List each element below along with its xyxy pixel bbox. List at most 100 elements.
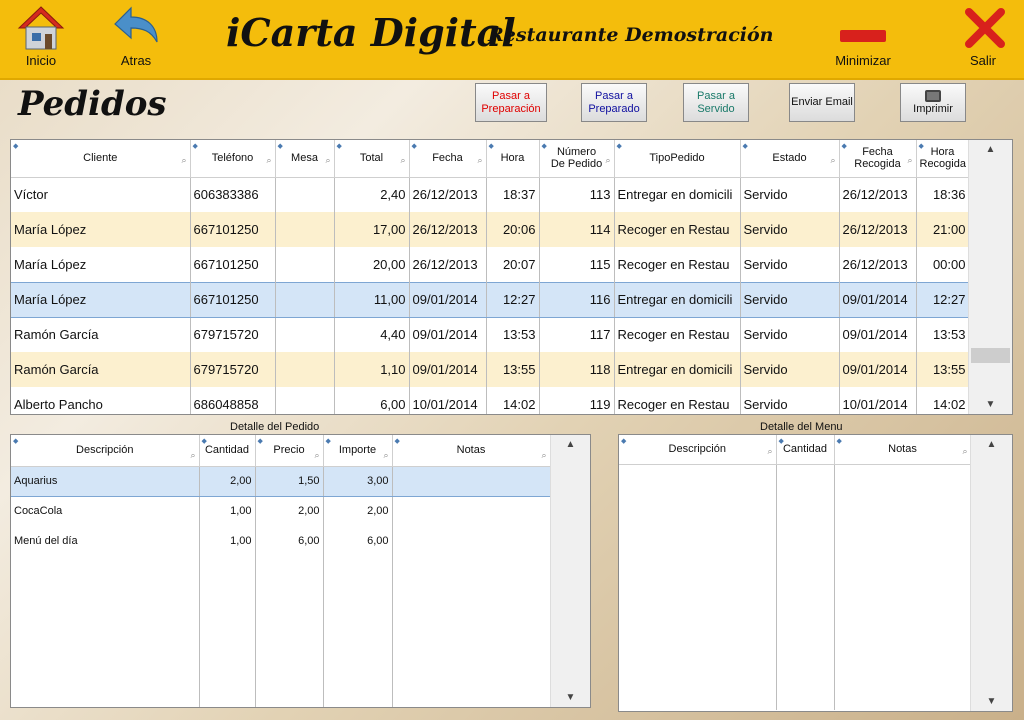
enviar-email-label: Enviar Email: [791, 96, 853, 108]
cell-cliente: María López: [11, 281, 191, 318]
col-hora-recogida[interactable]: ◆ Hora Recogida: [916, 140, 970, 178]
cell-cantidad: 1,00: [199, 496, 256, 526]
atras-button[interactable]: Atras: [110, 4, 162, 68]
table-row[interactable]: María López 667101250 11,00 09/01/2014 12:27…: [11, 281, 970, 318]
salir-button[interactable]: Salir: [958, 4, 1008, 68]
app-logo: iCarta Digital: [226, 10, 516, 55]
col-total[interactable]: ◆ Total ⌕: [334, 140, 410, 178]
detalle-menu-header-row: ◆ Descripción ⌕ ◆ Cantidad ◆ Notas ⌕: [619, 435, 972, 465]
pasar-preparacion-button[interactable]: Pasar a Preparación: [475, 83, 547, 122]
scroll-down-icon[interactable]: ▼: [551, 692, 590, 703]
col-descripcion[interactable]: ◆ Descripción ⌕: [11, 435, 200, 467]
scroll-up-icon[interactable]: ▲: [551, 439, 590, 450]
filter-icon[interactable]: ⌕: [830, 154, 835, 166]
table-row[interactable]: Aquarius 2,00 1,50 3,00: [11, 465, 551, 497]
col-cliente[interactable]: ◆ Cliente ⌕: [11, 140, 191, 178]
cell-numero: 115: [539, 247, 615, 282]
table-row[interactable]: María López 667101250 17,00 26/12/2013 20:06…: [11, 212, 970, 247]
filter-icon[interactable]: ⌕: [962, 445, 967, 457]
cell-fecha-recogida: 10/01/2014: [839, 387, 917, 414]
orders-scrollbar[interactable]: ▲ ▼: [968, 140, 1012, 414]
table-row[interactable]: Menú del día 1,00 6,00 6,00: [11, 526, 551, 556]
cell-descripcion: Menú del día: [11, 526, 200, 556]
filter-icon[interactable]: ⌕: [400, 154, 405, 166]
cell-fecha: 09/01/2014: [409, 317, 487, 352]
cell-mesa: [275, 352, 335, 387]
filter-icon[interactable]: ⌕: [907, 154, 912, 166]
filter-icon[interactable]: ⌕: [477, 154, 482, 166]
table-row[interactable]: Víctor 606383386 2,40 26/12/2013 18:37 113 Ent…: [11, 177, 970, 212]
col-cantidad[interactable]: ◆ Cantidad: [199, 435, 256, 467]
col-fecha[interactable]: ◆ Fecha ⌕: [409, 140, 487, 178]
pasar-preparado-button[interactable]: Pasar a Preparado: [581, 83, 647, 122]
orders-header-row: ◆ Cliente ⌕ ◆ Teléfono ⌕ ◆ Mesa ⌕ ◆ Total ⌕ ◆ Fec…: [11, 140, 970, 178]
empty-row-filler: [11, 556, 551, 707]
minimizar-button[interactable]: Minimizar: [830, 4, 896, 68]
back-arrow-icon: [114, 6, 158, 43]
col-estado[interactable]: ◆ Estado ⌕: [740, 140, 840, 178]
inicio-button[interactable]: Inicio: [16, 4, 66, 68]
cell-fecha-recogida: 09/01/2014: [839, 352, 917, 387]
cell-precio: 2,00: [255, 496, 324, 526]
cell-fecha: 26/12/2013: [409, 212, 487, 247]
scroll-thumb[interactable]: [971, 348, 1010, 363]
cell-tipo: Entregar en domicili: [614, 352, 741, 387]
imprimir-button[interactable]: Imprimir: [900, 83, 966, 122]
cell-mesa: [275, 177, 335, 212]
col-importe[interactable]: ◆ Importe ⌕: [323, 435, 393, 467]
cell-tipo: Recoger en Restau: [614, 247, 741, 282]
scroll-up-icon[interactable]: ▲: [971, 439, 1012, 450]
orders-table: ◆ Cliente ⌕ ◆ Teléfono ⌕ ◆ Mesa ⌕ ◆ Total ⌕ ◆ Fec…: [11, 140, 970, 414]
close-icon: [964, 8, 1005, 48]
pasar-servido-button[interactable]: Pasar a Servido: [683, 83, 749, 122]
col-notas[interactable]: ◆ Notas ⌕: [834, 435, 972, 465]
filter-icon[interactable]: ⌕: [325, 154, 330, 166]
cell-precio: 6,00: [255, 526, 324, 556]
scroll-up-icon[interactable]: ▲: [969, 144, 1012, 155]
col-mesa[interactable]: ◆ Mesa ⌕: [275, 140, 335, 178]
table-row[interactable]: Alberto Pancho 686048858 6,00 10/01/2014 14:…: [11, 387, 970, 414]
col-fecha-recogida[interactable]: ◆ Fecha Recogida ⌕: [839, 140, 917, 178]
col-tipo-pedido[interactable]: ◆ TipoPedido: [614, 140, 741, 178]
cell-cliente: María López: [11, 247, 191, 282]
filter-icon[interactable]: ⌕: [314, 449, 319, 461]
cell-telefono: 667101250: [190, 281, 276, 318]
col-hora[interactable]: ◆ Hora: [486, 140, 540, 178]
orders-grid: ◆ Cliente ⌕ ◆ Teléfono ⌕ ◆ Mesa ⌕ ◆ Total ⌕ ◆ Fec…: [10, 139, 1013, 415]
filter-icon[interactable]: ⌕: [266, 154, 271, 166]
atras-label: Atras: [120, 53, 152, 68]
table-row[interactable]: CocaCola 1,00 2,00 2,00: [11, 496, 551, 526]
cell-telefono: 679715720: [190, 317, 276, 352]
scroll-down-icon[interactable]: ▼: [971, 696, 1012, 707]
cell-hora: 13:53: [486, 317, 540, 352]
filter-icon[interactable]: ⌕: [383, 449, 388, 461]
table-row[interactable]: Ramón García 679715720 1,10 09/01/2014 13:55…: [11, 352, 970, 387]
cell-fecha-recogida: 09/01/2014: [839, 281, 917, 318]
table-row[interactable]: Ramón García 679715720 4,40 09/01/2014 13:53…: [11, 317, 970, 352]
col-notas[interactable]: ◆ Notas ⌕: [392, 435, 551, 467]
col-precio[interactable]: ◆ Precio ⌕: [255, 435, 324, 467]
cell-mesa: [275, 387, 335, 414]
col-cantidad[interactable]: ◆ Cantidad: [776, 435, 835, 465]
filter-icon[interactable]: ⌕: [190, 449, 195, 461]
detalle-pedido-scrollbar[interactable]: ▲ ▼: [550, 435, 590, 707]
cell-importe: 2,00: [323, 496, 393, 526]
cell-fecha-recogida: 26/12/2013: [839, 212, 917, 247]
inicio-label: Inicio: [25, 53, 57, 68]
col-telefono[interactable]: ◆ Teléfono ⌕: [190, 140, 276, 178]
printer-icon: [925, 89, 941, 102]
detalle-menu-scrollbar[interactable]: ▲ ▼: [970, 435, 1012, 711]
col-descripcion[interactable]: ◆ Descripción ⌕: [619, 435, 777, 465]
cell-hora: 18:37: [486, 177, 540, 212]
col-numero-pedido[interactable]: ◆ Número De Pedido ⌕: [539, 140, 615, 178]
cell-telefono: 606383386: [190, 177, 276, 212]
filter-icon[interactable]: ⌕: [541, 449, 546, 461]
filter-icon[interactable]: ⌕: [605, 154, 610, 166]
cell-numero: 118: [539, 352, 615, 387]
pasar-preparacion-label: Pasar a Preparación: [481, 89, 541, 115]
scroll-down-icon[interactable]: ▼: [969, 399, 1012, 410]
enviar-email-button[interactable]: Enviar Email: [789, 83, 855, 122]
filter-icon[interactable]: ⌕: [181, 154, 186, 166]
filter-icon[interactable]: ⌕: [767, 445, 772, 457]
table-row[interactable]: María López 667101250 20,00 26/12/2013 20:07…: [11, 247, 970, 282]
